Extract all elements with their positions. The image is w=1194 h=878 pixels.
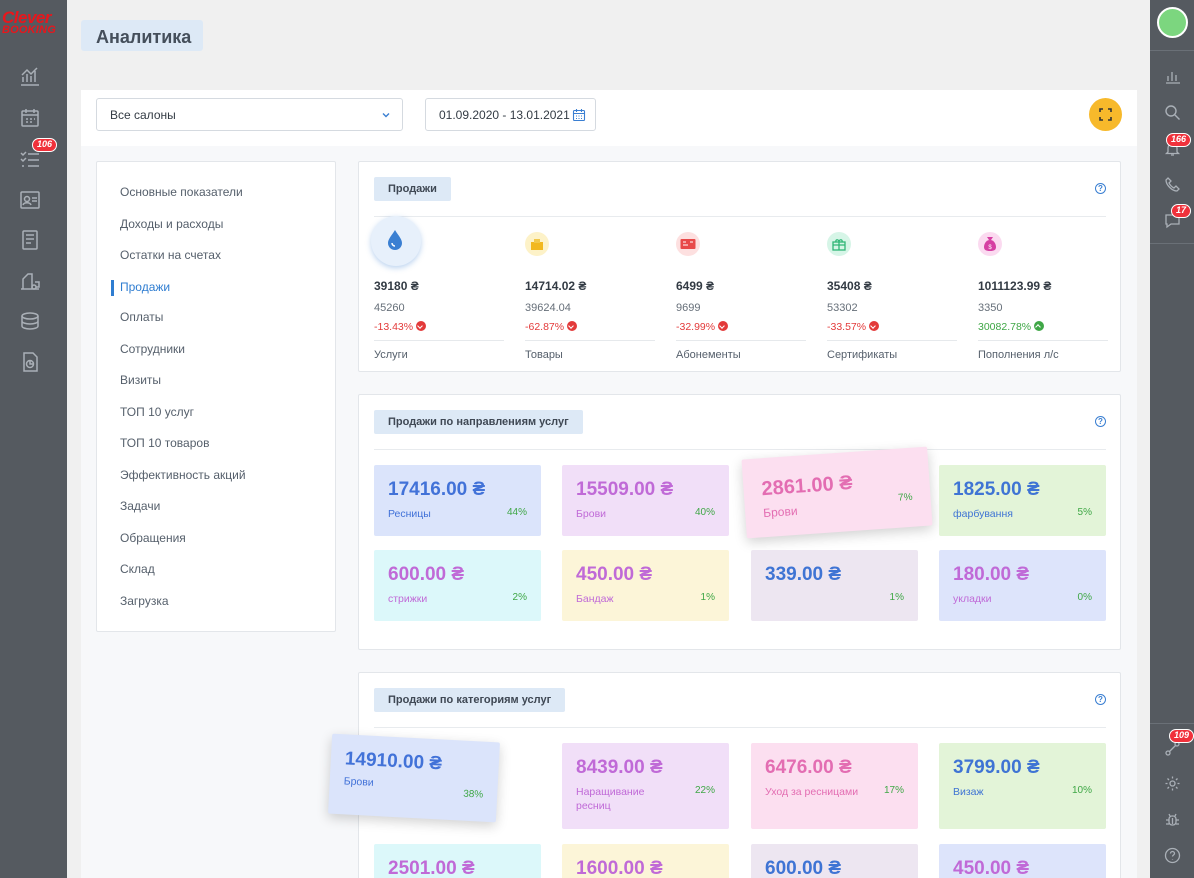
money-bag-icon: $ (978, 232, 1002, 256)
right-sidebar: 166 17 109 (1150, 0, 1194, 878)
category-tile[interactable]: 600.00 ₴ (751, 844, 918, 878)
menu-item-income-expenses[interactable]: Доходы и расходы (120, 217, 223, 231)
calendar-icon[interactable] (19, 107, 41, 129)
category-tile[interactable]: 8439.00 ₴ Наращивание ресниц 22% (562, 743, 729, 829)
direction-tile[interactable]: 1825.00 ₴ фарбування 5% (939, 465, 1106, 536)
phone-icon[interactable] (1164, 176, 1181, 193)
search-icon[interactable] (1164, 104, 1181, 121)
menu-item-top-services[interactable]: ТОП 10 услуг (120, 405, 194, 419)
directions-panel: Продажи по направлениям услуг ? 17416.00… (358, 394, 1121, 650)
menu-item-account-balances[interactable]: Остатки на счетах (120, 248, 221, 262)
fullscreen-icon (1099, 108, 1112, 121)
down-arrow-icon (718, 321, 729, 331)
direction-tile[interactable]: 15509.00 ₴ Брови 40% (562, 465, 729, 536)
down-arrow-icon (869, 321, 880, 331)
menu-item-promo-efficiency[interactable]: Эффективность акций (120, 468, 246, 482)
journal-icon[interactable] (19, 229, 41, 251)
menu-item-employees[interactable]: Сотрудники (120, 342, 185, 356)
menu-item-requests[interactable]: Обращения (120, 531, 186, 545)
category-tile[interactable]: 2501.00 ₴ (374, 844, 541, 878)
menu-item-visits[interactable]: Визиты (120, 373, 161, 387)
category-tile[interactable]: 3799.00 ₴ Визаж 10% (939, 743, 1106, 829)
panel-title: Продажи по категориям услуг (374, 688, 566, 712)
menu-item-load[interactable]: Загрузка (120, 594, 169, 608)
reports-icon[interactable] (19, 351, 41, 373)
category-tile[interactable]: 6476.00 ₴ Уход за ресницами 17% (751, 743, 918, 829)
panel-title: Продажи по направлениям услуг (374, 410, 583, 434)
help-icon[interactable]: ? (1095, 183, 1106, 194)
direction-tile-dragging[interactable]: 2861.00 ₴ Брови 7% (741, 446, 933, 539)
panel-title: Продажи (374, 177, 451, 201)
menu-item-tasks[interactable]: Задачи (120, 499, 160, 513)
menu-item-sales[interactable]: Продажи (120, 280, 170, 294)
fullscreen-button[interactable] (1089, 98, 1122, 131)
warehouse-icon[interactable] (19, 270, 41, 292)
help-icon[interactable] (1164, 847, 1181, 864)
finance-icon[interactable] (19, 310, 41, 332)
chevron-down-icon (382, 113, 390, 118)
avatar[interactable] (1157, 7, 1188, 38)
subscription-icon (676, 232, 700, 256)
direction-tile[interactable]: 600.00 ₴ стрижки 2% (374, 550, 541, 621)
menu-item-warehouse[interactable]: Склад (120, 562, 155, 576)
active-indicator (111, 280, 114, 296)
integrations-badge: 109 (1169, 729, 1194, 743)
gift-icon (827, 232, 851, 256)
drop-icon (371, 216, 421, 266)
notifications-badge: 166 (1166, 133, 1192, 147)
direction-tile[interactable]: 450.00 ₴ Бандаж 1% (562, 550, 729, 621)
help-icon[interactable]: ? (1095, 694, 1106, 705)
page-title: Аналитика (96, 27, 192, 47)
help-icon[interactable]: ? (1095, 416, 1106, 427)
bug-icon[interactable] (1164, 811, 1181, 828)
left-sidebar: Clever BOOKING 106 (0, 0, 67, 878)
direction-tile[interactable]: 180.00 ₴ укладки 0% (939, 550, 1106, 621)
up-arrow-icon (1034, 321, 1045, 331)
products-icon (525, 232, 549, 256)
brand-logo[interactable]: Clever BOOKING (2, 9, 66, 36)
settings-icon[interactable] (1164, 775, 1181, 792)
sales-panel: Продажи ? 39180 ₴ 45260 -13.43% Услуги 1… (358, 161, 1121, 372)
menu-item-top-products[interactable]: ТОП 10 товаров (120, 436, 209, 450)
analytics-menu: Основные показатели Доходы и расходы Ост… (96, 161, 336, 632)
salon-select[interactable]: Все салоны (96, 98, 403, 131)
clients-icon[interactable] (19, 189, 41, 211)
down-arrow-icon (416, 321, 427, 331)
date-range-picker[interactable]: 01.09.2020 - 13.01.2021 (425, 98, 596, 131)
down-arrow-icon (567, 321, 578, 331)
menu-item-main-indicators[interactable]: Основные показатели (120, 185, 243, 199)
direction-tile[interactable]: 17416.00 ₴ Ресницы 44% (374, 465, 541, 536)
messages-badge: 17 (1171, 204, 1192, 218)
category-tile[interactable]: 1600.00 ₴ (562, 844, 729, 878)
analytics-icon[interactable] (19, 65, 41, 87)
tasks-badge: 106 (32, 138, 58, 152)
category-tile[interactable]: 450.00 ₴ (939, 844, 1106, 878)
calendar-icon (572, 109, 586, 122)
category-tile-dragging[interactable]: 14910.00 ₴ Брови 38% (328, 733, 500, 823)
direction-tile[interactable]: 339.00 ₴ 1% (751, 550, 918, 621)
chart-icon[interactable] (1164, 68, 1181, 85)
menu-item-payments[interactable]: Оплаты (120, 310, 163, 324)
